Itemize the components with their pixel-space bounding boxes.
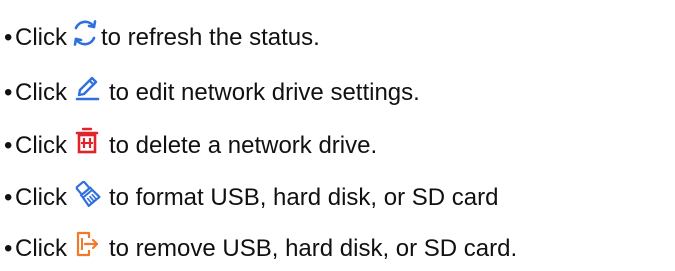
delete-trash-icon — [73, 125, 101, 157]
bullet: • — [4, 184, 13, 211]
instruction-text: to remove USB, hard disk, or SD card. — [109, 235, 518, 262]
bullet: • — [4, 132, 13, 159]
click-word: Click — [15, 24, 67, 51]
instruction-list: • Click to refresh the status. • Click t… — [0, 0, 675, 271]
instruction-text: to refresh the status. — [101, 24, 320, 51]
instruction-text: to edit network drive settings. — [109, 79, 420, 106]
bullet: • — [4, 235, 13, 262]
instruction-delete: • Click to delete a network drive. — [4, 126, 377, 166]
bullet: • — [4, 24, 13, 51]
format-brush-icon — [73, 177, 101, 209]
click-word: Click — [15, 184, 67, 211]
remove-eject-icon — [73, 228, 101, 260]
edit-pencil-icon — [73, 72, 101, 104]
instruction-remove: • Click to remove USB, hard disk, or SD … — [4, 229, 517, 269]
instruction-edit: • Click to edit network drive settings. — [4, 73, 420, 113]
instruction-text: to format USB, hard disk, or SD card — [109, 184, 499, 211]
click-word: Click — [15, 132, 67, 159]
click-word: Click — [15, 79, 67, 106]
instruction-refresh: • Click to refresh the status. — [4, 18, 320, 58]
refresh-icon — [71, 17, 99, 49]
instruction-text: to delete a network drive. — [109, 132, 378, 159]
click-word: Click — [15, 235, 67, 262]
bullet: • — [4, 79, 13, 106]
instruction-format: • Click to format USB, hard disk, or SD … — [4, 178, 498, 218]
